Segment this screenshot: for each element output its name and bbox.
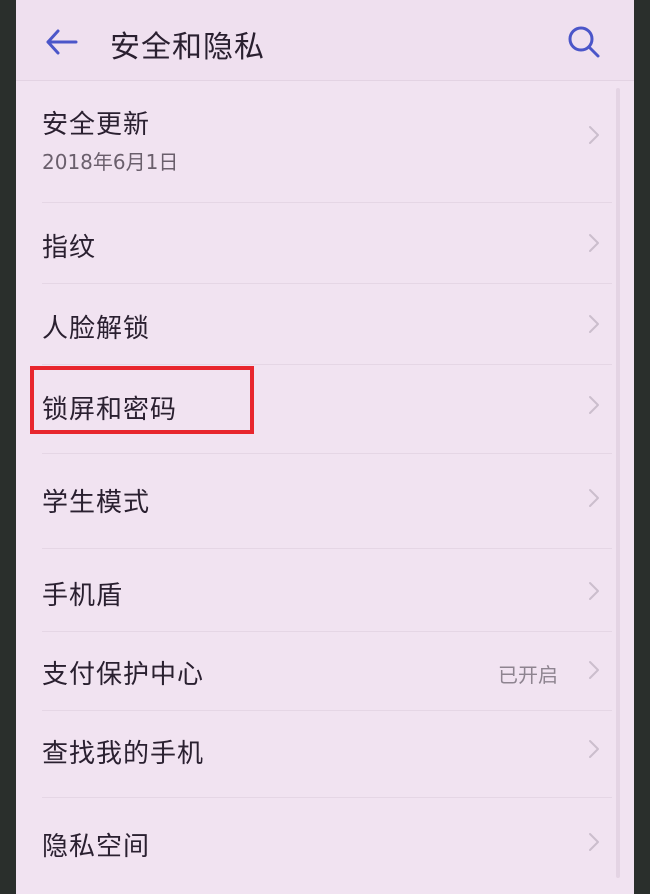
list-item-label: 手机盾	[42, 581, 124, 611]
chevron-right-icon	[589, 582, 599, 600]
list-item-label: 查找我的手机	[42, 739, 205, 769]
list-item-label: 隐私空间	[42, 832, 151, 862]
list-item-subtitle: 2018年6月1日	[42, 150, 179, 174]
chevron-right-icon	[589, 396, 599, 414]
chevron-right-icon	[589, 126, 599, 144]
app-header: 安全和隐私	[16, 0, 634, 81]
list-item-face-unlock[interactable]: 人脸解锁	[16, 284, 634, 364]
chevron-right-icon	[589, 234, 599, 252]
list-item-payment-protection[interactable]: 支付保护中心 已开启	[16, 632, 634, 710]
list-item-find-my-phone[interactable]: 查找我的手机	[16, 711, 634, 791]
list-item-label: 人脸解锁	[42, 314, 151, 344]
settings-screen: 安全和隐私 安全更新 2018年6月1日 指纹 人脸解锁 锁屏和密码 学生模式 …	[16, 0, 634, 894]
chevron-right-icon	[589, 661, 599, 679]
status-value: 已开启	[498, 663, 558, 687]
list-item-student-mode[interactable]: 学生模式	[16, 454, 634, 542]
list-item-label: 支付保护中心	[42, 660, 205, 690]
list-item-fingerprint[interactable]: 指纹	[16, 203, 634, 283]
back-arrow-icon[interactable]	[42, 22, 82, 62]
list-item-private-space[interactable]: 隐私空间	[16, 798, 634, 894]
chevron-right-icon	[589, 833, 599, 851]
search-icon[interactable]	[564, 22, 604, 62]
chevron-right-icon	[589, 315, 599, 333]
scrollbar[interactable]	[616, 88, 620, 878]
highlight-box	[30, 366, 254, 434]
list-item-security-update[interactable]: 安全更新 2018年6月1日	[16, 90, 634, 202]
list-item-label: 指纹	[42, 233, 97, 263]
chevron-right-icon	[589, 489, 599, 507]
list-item-label: 学生模式	[42, 488, 151, 518]
list-item-label: 安全更新	[42, 110, 151, 140]
list-item-phone-shield[interactable]: 手机盾	[16, 549, 634, 631]
page-title: 安全和隐私	[110, 30, 265, 65]
chevron-right-icon	[589, 740, 599, 758]
